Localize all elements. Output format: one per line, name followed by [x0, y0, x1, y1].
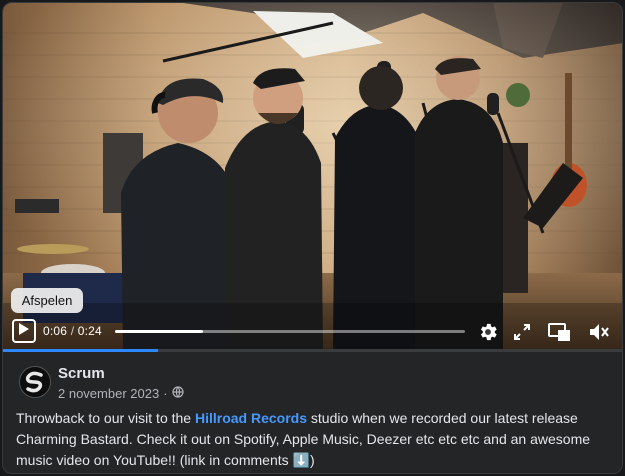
fullscreen-icon — [513, 323, 531, 341]
post-meta: 2 november 2023 · — [58, 386, 184, 401]
video-frame — [3, 3, 622, 349]
video-controls: 0:06 / 0:24 — [3, 315, 622, 349]
time-display: 0:06 / 0:24 — [43, 324, 102, 338]
scrum-logo-icon — [20, 367, 50, 397]
post-text-intro: Throwback to our visit to the — [16, 410, 195, 426]
avatar[interactable] — [19, 366, 51, 398]
scrub-fill — [115, 330, 203, 333]
play-tooltip: Afspelen — [11, 288, 83, 313]
post-card: Afspelen 0:06 / 0:24 Scrum 2 november 20… — [2, 2, 623, 474]
down-arrow-emoji-icon: ⬇️ — [292, 452, 310, 468]
post-body: Scrum 2 november 2023 · Throwback to our… — [3, 352, 622, 473]
video-player[interactable]: Afspelen 0:06 / 0:24 — [3, 3, 622, 349]
play-button[interactable] — [12, 319, 36, 343]
scrub-bar[interactable] — [115, 330, 465, 333]
mute-icon — [588, 322, 610, 342]
author-name[interactable]: Scrum — [58, 365, 105, 382]
fullscreen-button[interactable] — [513, 323, 531, 341]
duration: 0:24 — [77, 324, 102, 338]
settings-button[interactable] — [477, 321, 499, 343]
current-time: 0:06 — [43, 324, 68, 338]
post-date[interactable]: 2 november 2023 — [58, 386, 159, 401]
hillroad-records-link[interactable]: Hillroad Records — [195, 410, 307, 426]
picture-in-picture-icon — [548, 322, 570, 342]
play-icon — [18, 322, 30, 341]
settings-gear-icon — [477, 321, 499, 343]
globe-icon — [171, 386, 184, 401]
picture-in-picture-button[interactable] — [548, 322, 570, 342]
post-text: Throwback to our visit to the Hillroad R… — [16, 408, 616, 471]
time-separator: / — [67, 324, 78, 338]
mute-button[interactable] — [588, 322, 610, 342]
post-text-end: ) — [309, 452, 315, 468]
meta-separator: · — [163, 386, 168, 401]
